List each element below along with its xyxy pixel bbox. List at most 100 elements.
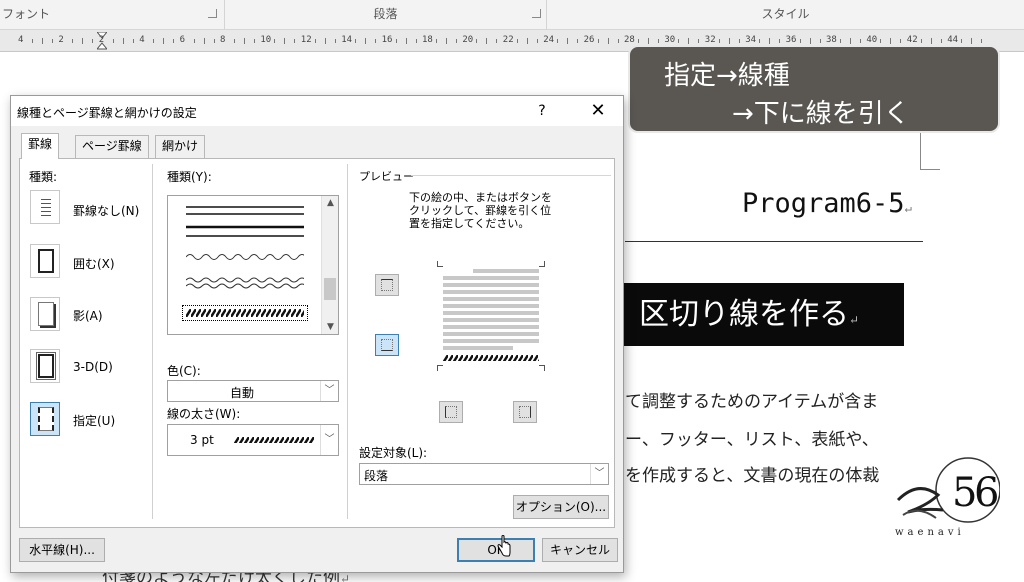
shadow-border-icon[interactable] [30,297,60,331]
ruler-number: 2 [98,35,105,45]
options-button[interactable]: オプション(O)... [513,495,609,519]
ruler-tick [940,39,942,43]
ribbon-group-paragraph-label: 段落 [373,7,398,21]
line-style-scrollbar[interactable]: ▲ ▼ [321,196,338,334]
ruler-tick [658,39,659,43]
tab-borders[interactable]: 罫線 [21,133,60,159]
font-dialog-launcher-icon[interactable] [208,9,217,18]
document-text-line: を作成すると、文書の現在の体裁 [625,466,880,486]
mouse-cursor-icon [497,535,511,557]
top-border-button[interactable] [375,274,399,296]
scroll-up-icon[interactable]: ▲ [322,198,339,208]
ok-button[interactable]: OK [457,538,535,562]
ruler-tick [900,39,902,43]
ruler-number: 4 [18,35,24,45]
ruler-tick [779,39,781,43]
ruler-tick [971,38,973,44]
callout-line-1: 指定→線種 [664,61,790,91]
ruler-tick [698,39,700,43]
tab-page-border[interactable]: ページ罫線 [75,135,149,158]
ruler-number: 10 [260,35,272,45]
preview-instruction-line: 下の絵の中、またはボタンを [409,191,552,204]
ruler-tick [536,39,538,43]
preview-bottom-border [443,355,539,361]
horizontal-line-button[interactable]: 水平線(H)... [19,538,105,562]
line-style-thick-thin[interactable] [186,224,304,240]
right-border-button[interactable] [513,401,537,423]
ruler-tick [436,39,437,43]
color-dropdown[interactable]: 自動 ﹀ [167,380,339,402]
document-heading-text: 区切り線を作る [639,297,849,332]
line-width-dropdown[interactable]: 3 pt ﹀ [167,424,339,456]
ruler-tick [32,39,33,43]
ruler-tick [718,39,720,43]
no-border-icon[interactable] [30,190,60,224]
line-style-listbox[interactable]: ▲ ▼ [167,195,339,335]
box-border-icon[interactable] [30,244,60,278]
left-border-button[interactable] [439,401,463,423]
help-button[interactable]: ? [530,99,554,123]
ruler-number: 4 [139,35,145,45]
ruler-tick [809,38,811,44]
paragraph-dialog-launcher-icon[interactable] [532,9,541,18]
preview-text-line [443,339,539,343]
column-separator [152,164,153,519]
cancel-button[interactable]: キャンセル [542,538,618,562]
scroll-down-icon[interactable]: ▼ [322,322,339,332]
preview-instructions: 下の絵の中、またはボタンを クリックして、罫線を引く位 置を指定してください。 [409,191,552,230]
tab-shading[interactable]: 網かけ [155,135,206,158]
ruler-tick [193,39,195,43]
color-label: 色(C): [167,364,201,378]
setting-custom-label[interactable]: 指定(U) [73,412,115,429]
custom-border-icon[interactable] [30,402,60,436]
ruler-tick [850,38,851,44]
ruler-number: 12 [300,35,312,45]
setting-box-label[interactable]: 囲む(X) [73,255,115,272]
document-title-text: Program6-5 [742,188,905,219]
bottom-border-icon [381,339,393,351]
ruler-tick [930,38,932,44]
preview-text-line [443,332,539,336]
line-style-wavy[interactable] [186,252,304,262]
ruler-number: 8 [220,35,226,45]
ribbon-group-font-label: フォント [2,7,51,21]
ruler-tick [72,39,74,43]
line-style-diagonal-stripe[interactable] [182,305,308,321]
preview-text-line [443,304,539,308]
ruler-tick [132,39,134,43]
border-preview-area[interactable] [437,261,545,371]
line-style-double-wavy[interactable] [186,276,304,290]
ruler-tick [446,38,447,44]
ruler-number: 36 [785,35,797,45]
ruler-number: 32 [704,35,716,45]
ruler-tick [557,39,559,43]
style-label: 種類(Y): [167,170,212,184]
ruler-tick [567,38,569,44]
ruler-tick [415,39,417,43]
setting-3d-label[interactable]: 3-D(D) [73,360,113,374]
ruler-number: 18 [422,35,433,45]
dialog-titlebar[interactable]: 線種とページ罫線と網かけの設定 ? ✕ [11,96,623,126]
ruler-tick [496,39,498,43]
apply-to-label: 設定対象(L): [359,446,428,460]
ruler-tick [577,39,579,43]
apply-to-dropdown[interactable]: 段落 ﹀ [359,463,609,485]
paragraph-mark: ↵ [904,201,912,215]
ruler-tick [880,39,882,43]
close-button[interactable]: ✕ [586,99,610,123]
chevron-down-icon: ﹀ [320,425,338,455]
preview-text-line [443,297,539,301]
scroll-thumb[interactable] [324,278,336,300]
chevron-down-icon: ﹀ [320,381,338,401]
ruler-tick [476,39,478,43]
ruler-number: 30 [664,35,676,45]
bottom-border-button[interactable] [375,334,399,356]
line-style-double-thin[interactable] [186,204,304,218]
setting-shadow-label[interactable]: 影(A) [73,307,103,324]
ruler-tick [597,39,599,43]
ruler-tick [840,39,841,43]
setting-none-label[interactable]: 罫線なし(N) [73,202,139,219]
ruler-number: 38 [826,35,837,45]
ruler-tick [82,38,84,44]
3d-border-icon[interactable] [30,349,60,383]
